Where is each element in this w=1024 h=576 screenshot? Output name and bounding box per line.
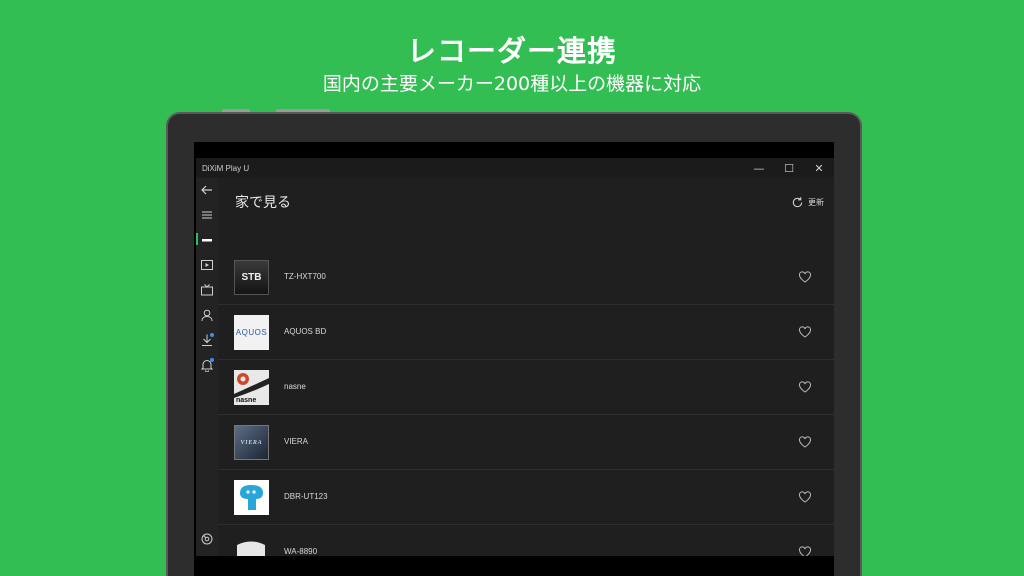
favorite-button[interactable]	[798, 379, 812, 393]
sidebar-item-tv[interactable]	[196, 280, 218, 300]
device-name: WA-8890	[284, 547, 318, 556]
close-button[interactable]: ✕	[804, 158, 834, 178]
app-title: DiXiM Play U	[202, 163, 250, 173]
device-row[interactable]: STB TZ-HXT700	[218, 250, 834, 305]
sidebar-item-home-devices[interactable]	[196, 230, 218, 250]
device-row[interactable]: nasne nasne	[218, 360, 834, 415]
gear-icon	[201, 533, 213, 545]
device-row[interactable]: VIERA VIERA	[218, 415, 834, 470]
menu-button[interactable]	[196, 205, 218, 225]
back-button[interactable]	[196, 180, 218, 200]
promo-title: レコーダー連携	[406, 34, 617, 68]
sidebar-item-account[interactable]	[196, 305, 218, 325]
server-device-icon	[240, 485, 263, 510]
favorite-button[interactable]	[798, 269, 812, 283]
heart-icon	[799, 326, 811, 338]
thumbnail-text: nasne	[236, 397, 257, 404]
tv-icon	[201, 284, 213, 296]
sidebar	[196, 178, 218, 556]
notification-badge	[210, 358, 214, 362]
device-name: VIERA	[284, 437, 309, 446]
maximize-button[interactable]: ☐	[774, 158, 804, 178]
router-device-icon	[237, 541, 265, 556]
heart-icon	[799, 546, 811, 556]
sidebar-item-notifications[interactable]	[196, 355, 218, 375]
thumbnail-text: VIERA	[240, 439, 263, 446]
favorite-button[interactable]	[798, 324, 812, 338]
thumbnail-text: AQUOS	[235, 328, 268, 337]
promo-subtitle: 国内の主要メーカー200種以上の機器に対応	[322, 73, 702, 95]
recorder-icon	[202, 239, 212, 242]
device-row[interactable]: AQUOS AQUOS BD	[218, 305, 834, 360]
play-icon	[201, 260, 213, 270]
wa-thumbnail	[234, 535, 269, 556]
device-row[interactable]: DBR-UT123	[218, 470, 834, 525]
heart-icon	[799, 271, 811, 283]
viera-thumbnail: VIERA	[234, 425, 269, 460]
app-window: DiXiM Play U — ☐ ✕ 家で見る 更新 STB TZ-HXT700…	[196, 158, 834, 556]
device-row[interactable]: WA-8890	[218, 525, 834, 556]
device-name: AQUOS BD	[284, 327, 327, 336]
arrow-left-icon	[201, 185, 212, 195]
favorite-button[interactable]	[798, 489, 812, 503]
minimize-button[interactable]: —	[744, 158, 774, 178]
device-list: STB TZ-HXT700 AQUOS AQUOS BD nasne nasne…	[218, 250, 834, 556]
page-title: 家で見る	[235, 195, 291, 211]
person-icon	[201, 309, 213, 322]
download-badge	[210, 333, 214, 337]
favorite-button[interactable]	[798, 434, 812, 448]
main-content: 家で見る 更新 STB TZ-HXT700 AQUOS AQUOS BD nas…	[218, 178, 834, 556]
heart-icon	[799, 436, 811, 448]
device-name: nasne	[284, 382, 306, 391]
refresh-label: 更新	[808, 198, 824, 207]
title-bar: DiXiM Play U — ☐ ✕	[196, 158, 834, 178]
heart-icon	[799, 491, 811, 503]
sidebar-item-settings[interactable]	[196, 529, 218, 549]
thumbnail-text: STB	[241, 272, 262, 283]
nasne-thumbnail: nasne	[234, 370, 269, 405]
favorite-button[interactable]	[798, 544, 812, 556]
aquos-thumbnail: AQUOS	[234, 315, 269, 350]
stb-thumbnail: STB	[234, 260, 269, 295]
sidebar-item-download[interactable]	[196, 330, 218, 350]
heart-icon	[799, 381, 811, 393]
refresh-icon	[792, 197, 803, 208]
refresh-button[interactable]: 更新	[791, 196, 824, 209]
active-indicator	[196, 233, 198, 245]
device-name: DBR-UT123	[284, 492, 328, 501]
hamburger-icon	[202, 211, 212, 219]
dbr-thumbnail	[234, 480, 269, 515]
device-name: TZ-HXT700	[284, 272, 326, 281]
sidebar-item-video[interactable]	[196, 255, 218, 275]
